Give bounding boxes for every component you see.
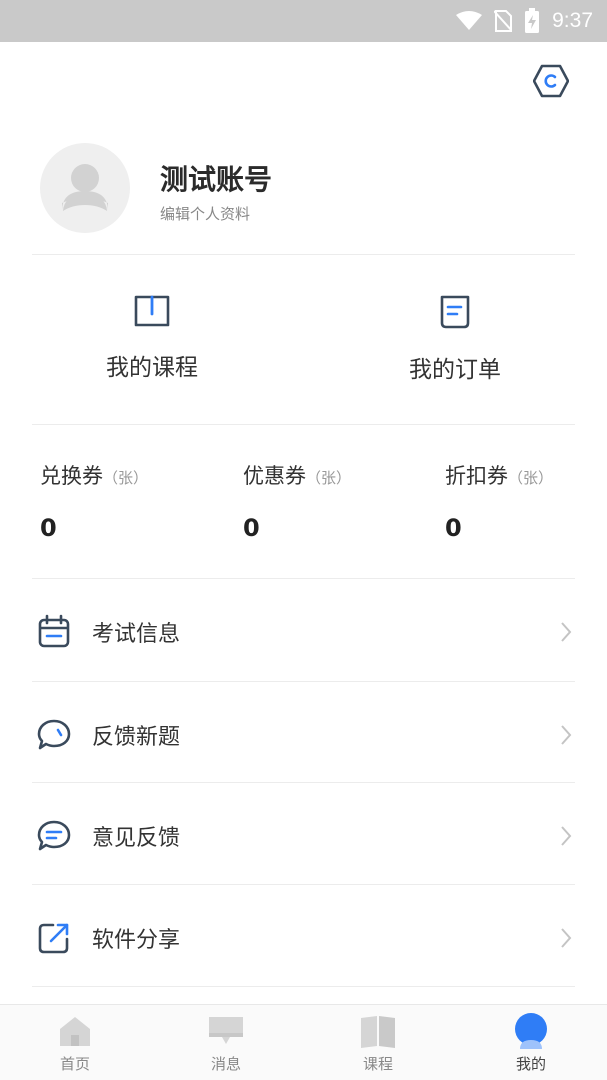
chat-bubble-icon xyxy=(37,719,71,750)
default-avatar-icon xyxy=(62,164,108,211)
document-icon xyxy=(440,295,470,329)
menu-item-label: 反馈新题 xyxy=(92,725,181,750)
message-icon xyxy=(209,1017,243,1044)
divider xyxy=(32,681,575,682)
discount-coupon-unit: （张） xyxy=(306,469,352,487)
divider xyxy=(32,424,575,425)
discount-coupon-title: 优惠券 xyxy=(243,464,306,488)
settings-hexagon-icon xyxy=(533,64,569,98)
profile-icon xyxy=(515,1013,547,1049)
divider xyxy=(32,578,575,579)
profile-header[interactable]: 测试账号 编辑个人资料 xyxy=(40,143,570,233)
nav-tab-label: 首页 xyxy=(59,1055,90,1073)
rebate-coupon-count: 0 xyxy=(445,514,462,542)
exchange-coupon-stat[interactable]: 兑换券（张） 0 xyxy=(40,460,148,542)
discount-coupon-count: 0 xyxy=(243,514,260,542)
rebate-coupon-unit: （张） xyxy=(508,469,554,487)
rebate-coupon-stat[interactable]: 折扣券（张） 0 xyxy=(445,460,553,542)
divider xyxy=(32,884,575,885)
home-icon xyxy=(60,1017,90,1046)
divider xyxy=(32,254,575,255)
nav-tab-courses[interactable]: 课程 xyxy=(318,1013,438,1074)
status-time: 9:37 xyxy=(552,9,593,32)
exchange-coupon-unit: （张） xyxy=(103,469,149,487)
username: 测试账号 xyxy=(160,163,273,196)
my-courses-label: 我的课程 xyxy=(106,355,198,381)
book-icon xyxy=(361,1016,395,1048)
exchange-coupon-title: 兑换券 xyxy=(40,464,103,488)
discount-coupon-stat[interactable]: 优惠券（张） 0 xyxy=(243,460,351,542)
exchange-coupon-count: 0 xyxy=(40,514,57,542)
nav-tab-messages[interactable]: 消息 xyxy=(166,1013,286,1074)
chevron-right-icon xyxy=(561,826,572,846)
chevron-right-icon xyxy=(561,725,572,745)
nav-tab-label: 消息 xyxy=(210,1055,241,1073)
no-sim-icon xyxy=(494,10,513,32)
my-courses-button[interactable]: 我的课程 xyxy=(52,294,252,382)
my-orders-button[interactable]: 我的订单 xyxy=(355,294,555,384)
share-icon xyxy=(38,923,69,954)
nav-tab-home[interactable]: 首页 xyxy=(15,1013,135,1074)
rebate-coupon-title: 折扣券 xyxy=(445,464,508,488)
calendar-icon xyxy=(38,614,70,648)
status-bar: 9:37 xyxy=(0,0,607,42)
book-icon xyxy=(134,295,170,327)
nav-tab-label: 我的 xyxy=(515,1055,546,1073)
menu-item-label: 软件分享 xyxy=(92,928,181,953)
wifi-icon xyxy=(456,11,483,30)
edit-profile-link[interactable]: 编辑个人资料 xyxy=(160,203,250,224)
menu-item-exam-info[interactable]: 考试信息 xyxy=(32,580,575,682)
avatar[interactable] xyxy=(40,143,130,233)
chevron-right-icon xyxy=(561,622,572,642)
divider xyxy=(32,986,575,987)
my-orders-label: 我的订单 xyxy=(409,357,501,383)
nav-tab-profile[interactable]: 我的 xyxy=(471,1013,591,1074)
message-icon xyxy=(37,820,71,851)
chevron-right-icon xyxy=(561,928,572,948)
divider xyxy=(32,782,575,783)
menu-item-feedback-questions[interactable]: 反馈新题 xyxy=(32,683,575,785)
menu-item-label: 意见反馈 xyxy=(92,826,181,851)
nav-tab-label: 课程 xyxy=(362,1055,393,1073)
battery-charging-icon xyxy=(525,8,540,33)
menu-item-opinion-feedback[interactable]: 意见反馈 xyxy=(32,784,575,886)
menu-item-share-app[interactable]: 软件分享 xyxy=(32,886,575,988)
menu-item-label: 考试信息 xyxy=(92,622,181,647)
bottom-nav: 首页 消息 课程 我的 xyxy=(0,1004,607,1080)
settings-button[interactable] xyxy=(532,62,570,100)
